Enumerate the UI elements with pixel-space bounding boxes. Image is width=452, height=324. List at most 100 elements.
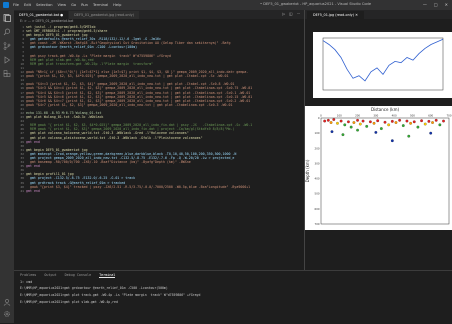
run-debug-icon[interactable] xyxy=(3,56,11,64)
scatter-point xyxy=(401,124,405,127)
menu-run[interactable]: Run xyxy=(81,3,88,7)
scatter-point xyxy=(358,122,362,126)
depth-section-plot: Distance (km) Depth (km) 0 100 200 300 400 500 6… xyxy=(305,106,452,230)
terminal-line: E:\HMR\HP_aquarius2021>gmt grdcontour @e… xyxy=(20,286,168,290)
maximize-button[interactable]: □ xyxy=(434,2,438,7)
scatter-point xyxy=(431,121,434,124)
search-icon[interactable] xyxy=(3,28,11,36)
scatter-point xyxy=(372,121,376,125)
tab-terminal[interactable]: Terminal xyxy=(99,273,116,278)
tab-jpg-preview[interactable]: DEF5_01_gwaberiot.jpg (read-only) xyxy=(69,11,139,19)
scatter-point xyxy=(409,121,412,125)
title-bar: File Edit Selection View Go Run Terminal… xyxy=(0,0,452,10)
tab-bat-file[interactable]: DEF5_01_gwaberiot.bat ● xyxy=(14,11,69,19)
x-tick-label: 0 xyxy=(320,114,322,118)
scatter-point xyxy=(427,119,431,123)
x-tick-label: 100 xyxy=(337,114,342,118)
y-tick-label: 700 xyxy=(315,222,320,226)
scatter-point xyxy=(341,133,345,137)
scatter-point xyxy=(438,123,442,127)
x-tick-label: 300 xyxy=(373,114,378,118)
code-editor[interactable]: 1 2 3 4 5 6 7 8 9 10 11 12 13 14 15 16 17 18 19 20 21 22 23 24 2… xyxy=(14,25,302,270)
minimize-button[interactable]: — xyxy=(423,2,427,7)
y-tick-label: 300 xyxy=(315,161,320,165)
x-tick-label: 600 xyxy=(428,114,433,118)
scatter-point xyxy=(423,122,427,126)
panel-tabs: Problems Output Debug Console Terminal xyxy=(14,271,452,280)
scatter-point xyxy=(429,131,433,135)
explorer-icon[interactable] xyxy=(3,14,11,22)
scatter-point xyxy=(343,123,347,127)
account-icon[interactable] xyxy=(3,298,11,306)
menu-bar: File Edit Selection View Go Run Terminal… xyxy=(13,3,121,7)
y-tick-label: 200 xyxy=(315,146,320,150)
y-tick-label: 500 xyxy=(315,192,320,196)
scatter-point xyxy=(412,120,416,124)
y-axis-label: Depth (km) xyxy=(305,159,310,182)
menu-edit[interactable]: Edit xyxy=(24,3,31,7)
scatter-point xyxy=(394,121,398,124)
scatter-point xyxy=(434,118,438,122)
editor-tab-bar: DEF5_01_gwaberiot.bat ● DEF5_01_gwaberio… xyxy=(14,10,304,19)
source-control-icon[interactable] xyxy=(3,42,11,50)
x-tick-label: 700 xyxy=(447,114,452,118)
menu-help[interactable]: Help xyxy=(113,3,121,7)
scatter-point xyxy=(407,134,411,138)
scatter-point xyxy=(323,119,327,123)
editor-actions: ▷ ◫ ··· xyxy=(282,12,300,16)
window-title: • DEF5_01_gwaberiot - HP_aquarius2021 - … xyxy=(260,2,372,6)
scatter-point xyxy=(336,121,339,125)
scatter-point xyxy=(390,119,394,123)
scatter-point xyxy=(326,118,330,122)
profile-line-plot xyxy=(313,32,452,98)
scatter-point xyxy=(365,124,369,128)
settings-gear-icon[interactable] xyxy=(3,310,11,318)
plot-frame xyxy=(322,37,444,91)
scatter-point xyxy=(379,127,383,131)
scatter-point xyxy=(368,120,372,124)
menu-terminal[interactable]: Terminal xyxy=(93,3,108,7)
scatter-point xyxy=(383,120,387,124)
scatter-point xyxy=(352,121,356,124)
scatter-point xyxy=(387,123,391,127)
scatter-point xyxy=(347,120,350,124)
scatter-point xyxy=(356,128,359,132)
scatter-point xyxy=(374,130,378,134)
scatter-point xyxy=(339,119,343,123)
menu-file[interactable]: File xyxy=(13,3,19,7)
y-tick-label: 600 xyxy=(315,207,320,211)
x-axis-label: Distance (km) xyxy=(371,107,400,112)
menu-selection[interactable]: Selection xyxy=(36,3,53,7)
tab-debug-console[interactable]: Debug Console xyxy=(65,273,92,278)
extensions-icon[interactable] xyxy=(3,70,11,78)
split-editor-icon[interactable]: ◫ xyxy=(289,12,292,16)
preview-tab-bar: DEF5_01.jpg (read-only) ✕ xyxy=(305,10,452,19)
menu-go[interactable]: Go xyxy=(71,3,76,7)
tab-problems[interactable]: Problems xyxy=(20,273,36,278)
menu-view[interactable]: View xyxy=(58,3,67,7)
scatter-point xyxy=(416,125,420,129)
scatter-point xyxy=(361,119,365,123)
scatter-point xyxy=(332,118,336,121)
line-number: 41 xyxy=(20,188,24,193)
close-window-button[interactable]: ✕ xyxy=(445,2,448,7)
run-icon[interactable]: ▷ xyxy=(282,12,285,16)
line-number-gutter: 1 2 3 4 5 6 7 8 9 10 11 12 13 14 15 16 17 18 19 20 21 22 23 24 2… xyxy=(14,25,25,270)
code-line[interactable]: gmt end xyxy=(26,189,302,193)
code-area[interactable]: set justxl -! program/gmt6.5/GMT5xb set G… xyxy=(26,25,302,270)
tab-output[interactable]: Output xyxy=(44,273,56,278)
scatter-point xyxy=(356,118,359,122)
profile-line-chart xyxy=(322,37,444,91)
y-tick-label: 400 xyxy=(315,177,320,181)
y-tick-label: 100 xyxy=(315,131,320,135)
activity-bar xyxy=(0,10,14,323)
scatter-point xyxy=(376,119,380,123)
scatter-point xyxy=(390,139,394,143)
x-tick-label: 500 xyxy=(410,114,415,118)
scatter-point xyxy=(330,130,334,134)
more-actions-icon[interactable]: ··· xyxy=(297,12,300,16)
vscode-logo-icon xyxy=(3,2,9,8)
scatter-point xyxy=(442,119,445,123)
scatter-point xyxy=(405,119,409,123)
tab-preview-image[interactable]: DEF5_01.jpg (read-only) ✕ xyxy=(307,11,364,19)
